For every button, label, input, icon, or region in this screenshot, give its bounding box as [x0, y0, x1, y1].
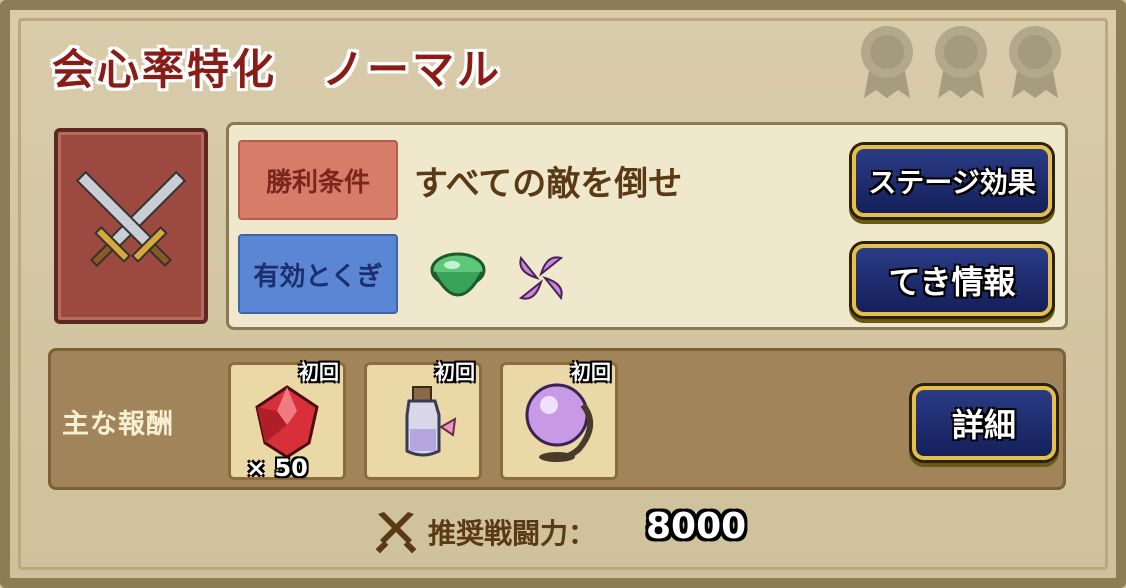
enemy-info-button[interactable]: てき情報 [852, 244, 1052, 316]
effective-skills-label: 有効とくぎ [238, 234, 398, 314]
green-drop-icon [430, 252, 486, 297]
medal-icon [861, 26, 913, 98]
recommended-power-value: 8000 [646, 506, 747, 547]
first-clear-badge: 初回 [299, 360, 339, 384]
stage-title: 会心率特化 ノーマル [52, 45, 503, 94]
crossed-swords-icon [375, 512, 417, 554]
win-condition-label: 勝利条件 [238, 140, 398, 220]
first-clear-badge: 初回 [435, 360, 475, 384]
recommended-power-label: 推奨戦闘力： [428, 517, 597, 550]
detail-button[interactable]: 詳細 [912, 386, 1056, 460]
medal-icon [1009, 26, 1061, 98]
reward-quantity: × 50 [246, 454, 308, 482]
win-condition-text: すべての敵を倒せ [414, 164, 683, 204]
stage-type-card [54, 128, 208, 324]
first-clear-badge: 初回 [571, 360, 611, 384]
rewards-label: 主な報酬 [62, 409, 174, 440]
purple-pinwheel-icon [518, 255, 564, 301]
medal-icon [935, 26, 987, 98]
crossed-swords-icon [75, 170, 187, 268]
stage-effect-button[interactable]: ステージ効果 [852, 145, 1052, 217]
